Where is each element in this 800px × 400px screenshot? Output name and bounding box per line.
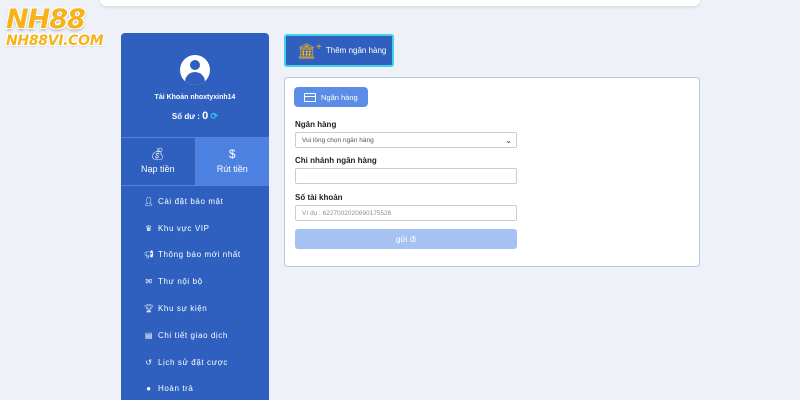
sidebar-item-label: Hoàn trả [158, 384, 194, 394]
bank-form-card: Ngân hàng Ngân hàng Vui lòng chọn ngân h… [284, 77, 700, 267]
sidebar-item-label: Cài đặt bảo mật [158, 196, 224, 206]
trophy-icon: 🏆︎ [143, 304, 155, 314]
brand-logo[interactable]: NH88 NH88VI.COM [6, 6, 118, 49]
balance-label: Số dư : [171, 112, 200, 121]
add-bank-label: Thêm ngân hàng [325, 46, 387, 55]
sidebar-item-label: Khu sự kiện [158, 304, 208, 314]
add-bank-tab[interactable]: 🏛︎+ Thêm ngân hàng [284, 34, 394, 67]
account-number-input[interactable] [302, 209, 516, 217]
dollar-circle-icon: ● [146, 384, 152, 394]
deposit-label: Nạp tiền [140, 164, 175, 174]
chevron-down-icon: ⌄ [505, 135, 512, 145]
bank-select-value: Vui lòng chọn ngân hàng [302, 136, 374, 144]
sidebar-item-security-settings[interactable]: 👤︎ Cài đặt bảo mật [121, 188, 269, 215]
branch-input[interactable] [302, 172, 516, 180]
withdraw-label: Rút tiền [216, 164, 248, 174]
refresh-icon[interactable]: ⟳ [211, 111, 219, 121]
credit-card-icon [304, 92, 316, 102]
sidebar-item-label: Lịch sử đặt cược [158, 357, 229, 367]
sidebar-item-rebate[interactable]: ● Hoàn trả [121, 376, 269, 400]
clipboard-icon: ▤ [144, 330, 154, 340]
logo-main-text: NH88 [6, 4, 86, 35]
account-number-label: Số tài khoản [295, 193, 343, 202]
sidebar-item-inbox[interactable]: ✉ Thư nội bộ [121, 268, 269, 295]
bank-field-label: Ngân hàng [295, 120, 337, 129]
sidebar-item-transactions[interactable]: ▤ Chi tiết giao dịch [121, 322, 269, 349]
deposit-button[interactable]: 💰︎ Nạp tiền [121, 138, 196, 185]
sidebar-item-bet-history[interactable]: ↺ Lịch sử đặt cược [121, 349, 269, 376]
account-name: Tài Khoản nhoxtyxinh14 [154, 94, 236, 101]
branch-field[interactable] [295, 168, 517, 184]
account-number-field[interactable] [295, 205, 517, 221]
sidebar-menu: 👤︎ Cài đặt bảo mật ♛ Khu vực VIP 📢︎ Thông b… [121, 186, 269, 400]
bank-plus-icon: 🏛︎+ [297, 41, 322, 60]
sidebar-item-vip[interactable]: ♛ Khu vực VIP [121, 215, 269, 242]
sidebar-item-label: Khu vực VIP [158, 223, 210, 233]
balance-row: Số dư : 0 ⟳ [121, 110, 269, 122]
sidebar-item-events[interactable]: 🏆︎ Khu sự kiện [121, 295, 269, 322]
envelope-icon: ✉ [145, 277, 153, 287]
top-header-strip [100, 0, 700, 6]
sidebar-item-announcements[interactable]: 📢︎ Thông báo mới nhất [121, 242, 269, 269]
balance-value: 0 [202, 110, 209, 122]
avatar-icon [180, 55, 210, 85]
sidebar-item-label: Chi tiết giao dịch [158, 330, 228, 340]
sidebar-item-label: Thư nội bộ [158, 277, 203, 287]
submit-button[interactable]: gửi đi [295, 229, 517, 249]
withdraw-button[interactable]: $ Rút tiền [195, 138, 269, 185]
bank-select[interactable]: Vui lòng chọn ngân hàng ⌄ [295, 132, 517, 148]
megaphone-icon: 📢︎ [143, 250, 155, 260]
history-icon: ↺ [145, 357, 153, 367]
wallet-actions: 💰︎ Nạp tiền $ Rút tiền [121, 138, 269, 186]
crown-icon: ♛ [145, 223, 153, 233]
money-bag-icon: 💰︎ [150, 147, 166, 161]
logo-sub-text: NH88VI.COM [6, 33, 104, 49]
sidebar-item-label: Thông báo mới nhất [158, 250, 241, 260]
user-lock-icon: 👤︎ [143, 196, 155, 206]
branch-field-label: Chi nhánh ngân hàng [295, 156, 377, 165]
hand-money-icon: $ [228, 147, 236, 161]
account-sidebar: Tài Khoản nhoxtyxinh14 Số dư : 0 ⟳ 💰︎ Nạ… [121, 33, 269, 400]
bank-chip-button[interactable]: Ngân hàng [294, 87, 368, 107]
bank-chip-label: Ngân hàng [321, 92, 358, 102]
profile-panel: Tài Khoản nhoxtyxinh14 Số dư : 0 ⟳ [121, 33, 269, 138]
